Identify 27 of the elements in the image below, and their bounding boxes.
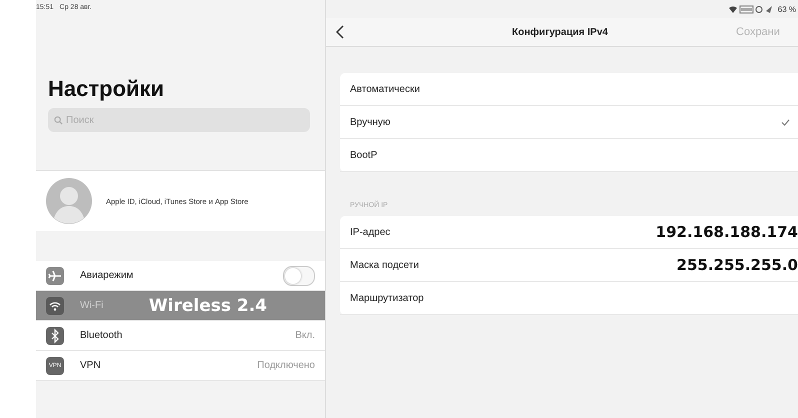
config-option[interactable]: Вручную — [340, 106, 798, 139]
field-label: IP-адрес — [350, 226, 390, 238]
back-icon[interactable] — [336, 25, 344, 39]
toggle-switch[interactable] — [283, 266, 315, 286]
row-label: Bluetooth — [80, 330, 124, 341]
row-value: Вкл. — [295, 330, 315, 341]
row-label: Wi-Fi — [80, 300, 104, 311]
settings-row[interactable]: Bluetooth Вкл. — [36, 321, 325, 351]
row-label: Авиарежим — [80, 270, 134, 281]
row-value: Wireless 2.4 — [148, 296, 267, 316]
settings-row[interactable]: Авиарежим — [36, 261, 325, 291]
wifi-icon — [46, 296, 64, 314]
avatar-icon[interactable] — [46, 178, 92, 224]
battery-percent: 63 % — [778, 4, 796, 14]
row-value: Подключено — [257, 360, 315, 371]
page-title: Конфигурация IPv4 — [511, 26, 609, 38]
config-option[interactable]: Автоматически — [340, 73, 798, 106]
airplane-icon — [46, 266, 64, 284]
field-label: Маршрутизатор — [350, 292, 424, 304]
field-value[interactable]: 192.168.188.174 — [656, 223, 798, 241]
row-label: VPN — [80, 360, 102, 371]
field-label: Маска подсети — [350, 260, 419, 270]
field-value[interactable]: 255.255.255.0 — [676, 256, 798, 274]
config-option[interactable]: BootP — [340, 139, 798, 172]
settings-title: Настройки — [48, 76, 166, 102]
status-icons-drawing — [728, 4, 775, 14]
bluetooth-icon — [46, 326, 64, 344]
